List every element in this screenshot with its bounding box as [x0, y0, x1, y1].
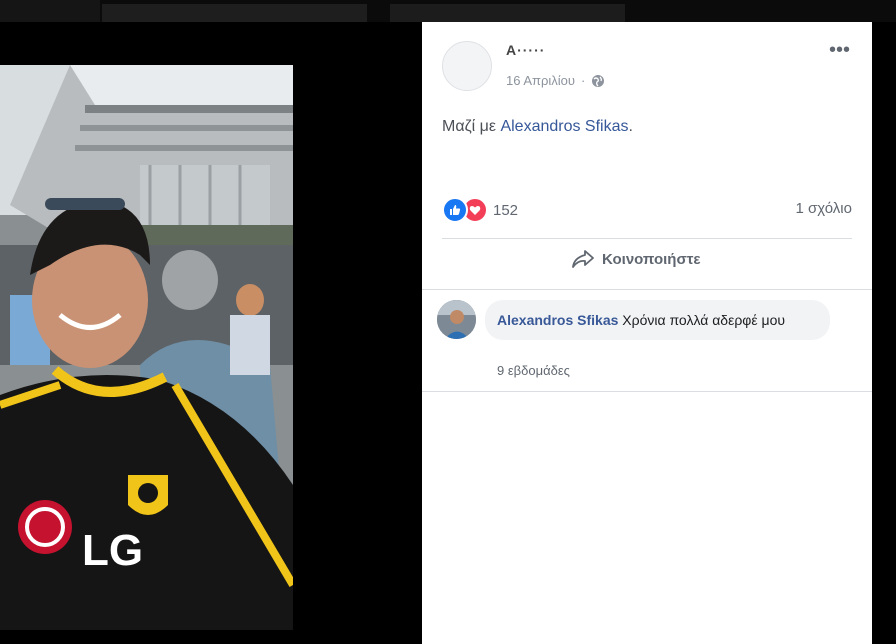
- post-date[interactable]: 16 Απριλίου: [506, 73, 575, 88]
- author-avatar[interactable]: [442, 41, 492, 91]
- post-text-prefix: Μαζί με: [442, 118, 496, 135]
- commenter-name-link[interactable]: Alexandros Sfikas: [497, 312, 618, 328]
- reaction-count: 152: [493, 201, 519, 219]
- post-text-suffix: .: [628, 118, 633, 135]
- background-thumb: [102, 4, 367, 22]
- background-strip: [0, 0, 896, 22]
- comments-count-link[interactable]: 1 σχόλιο: [796, 200, 852, 217]
- background-thumb: [0, 0, 100, 22]
- share-button[interactable]: Κοινοποιήστε: [572, 250, 701, 268]
- divider: [422, 289, 872, 290]
- divider: [442, 238, 852, 239]
- more-options-icon[interactable]: •••: [829, 40, 850, 60]
- comment-bubble: Alexandros Sfikas Χρόνια πολλά αδερφέ μο…: [485, 300, 830, 340]
- commenter-avatar[interactable]: [437, 300, 476, 339]
- post-text: Μαζί με Alexandros Sfikas.: [442, 118, 633, 136]
- share-label: Κοινοποιήστε: [602, 250, 701, 268]
- tagged-user-link[interactable]: Alexandros Sfikas: [500, 118, 628, 135]
- comment-timestamp[interactable]: 9 εβδομάδες: [497, 363, 570, 378]
- background-thumb: [390, 4, 625, 22]
- post-photo[interactable]: LG: [0, 65, 293, 630]
- share-arrow-icon: [572, 250, 594, 268]
- author-name[interactable]: Α·····: [506, 42, 545, 58]
- svg-text:LG: LG: [82, 526, 143, 575]
- meta-separator: ·: [581, 73, 586, 88]
- like-reaction-icon: [442, 197, 468, 223]
- post-meta: 16 Απριλίου ·: [506, 73, 605, 88]
- post-panel: Α····· 16 Απριλίου · ••• Μαζί με Alexand…: [422, 22, 872, 644]
- globe-icon[interactable]: [591, 74, 605, 88]
- photo-image: LG: [0, 65, 293, 630]
- reactions-summary[interactable]: 152: [442, 197, 518, 223]
- divider: [422, 391, 872, 392]
- comment-text: Χρόνια πολλά αδερφέ μου: [622, 312, 786, 328]
